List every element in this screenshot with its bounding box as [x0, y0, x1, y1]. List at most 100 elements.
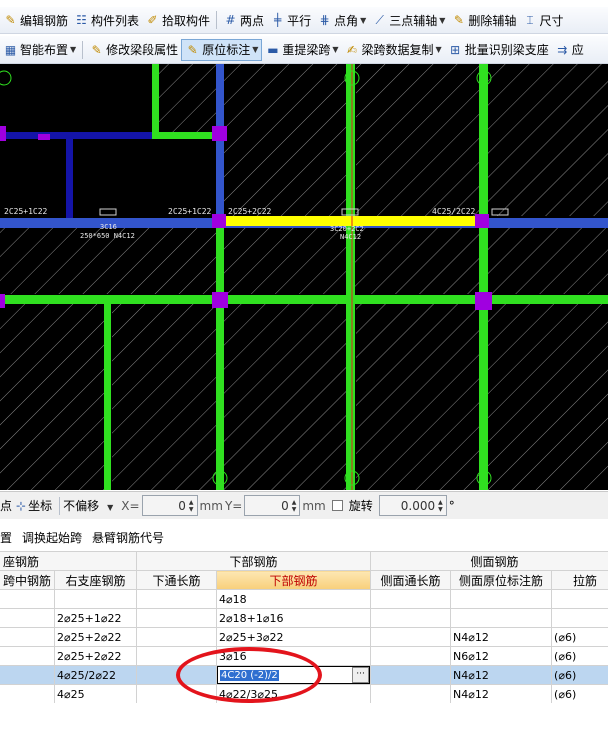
table-cell[interactable] [370, 684, 452, 703]
re-extract-span-button[interactable]: ▬ 重提梁跨 ▼ [262, 39, 341, 61]
batch-support-button[interactable]: ⊞ 批量识别梁支座 [445, 39, 552, 61]
table-cell[interactable] [370, 608, 452, 628]
table-cell[interactable] [370, 589, 452, 609]
editing-cell[interactable]: 4C20 (-2)/2 ··· [216, 665, 372, 685]
ellipsis-button[interactable]: ··· [352, 667, 370, 683]
swap-start-span-button[interactable]: 调换起始跨 [22, 529, 82, 546]
table-cell[interactable] [136, 608, 218, 628]
table-row[interactable]: 4⌀25 4⌀22/3⌀25 N4⌀12 (⌀6) [0, 684, 608, 703]
table-cell[interactable]: (⌀6) [551, 665, 608, 685]
coordinate-toggle[interactable]: 坐标 [28, 497, 52, 514]
beam-green [152, 64, 159, 139]
table-cell[interactable]: N4⌀12 [450, 665, 553, 685]
table-cell[interactable] [0, 684, 55, 703]
two-point-axis-button[interactable]: # 两点 [220, 9, 267, 31]
table-cell[interactable] [450, 608, 553, 628]
parallel-axis-button[interactable]: ╪ 平行 [267, 9, 314, 31]
slab-region [488, 64, 608, 216]
beam-green [346, 64, 355, 490]
point-snap-label[interactable]: 点 [0, 497, 12, 514]
table-cell[interactable]: 4⌀22/3⌀25 [216, 684, 372, 703]
table-cell[interactable] [370, 646, 452, 666]
table-row[interactable]: 2⌀25+2⌀22 3⌀16 N6⌀12 (⌀6) [0, 646, 608, 666]
edit-rebar-button[interactable]: ✎ 编辑钢筋 [0, 9, 71, 31]
table-cell[interactable] [0, 646, 55, 666]
table-cell[interactable] [136, 589, 218, 609]
cell-editor-text[interactable]: 4C20 (-2)/2 [220, 669, 279, 681]
batch-support-icon: ⊞ [450, 42, 461, 57]
table-cell[interactable] [136, 627, 218, 647]
apply-button[interactable]: ⇉ 应 [552, 39, 587, 61]
smart-layout-button[interactable]: ▦ 智能布置 ▼ [0, 39, 79, 61]
table-cell[interactable] [0, 665, 55, 685]
column-header-selected[interactable]: 下部钢筋 [216, 570, 372, 590]
drawing-canvas[interactable]: 2C25+1C22 2C25+1C22 2C25+2C22 4C25/2C22 … [0, 64, 608, 490]
offset-select[interactable]: 不偏移 ▼ [63, 497, 113, 514]
table-cell[interactable]: (⌀6) [551, 627, 608, 647]
table-cell[interactable] [136, 684, 218, 703]
point-angle-button[interactable]: ⋕ 点角 ▼ [314, 9, 369, 31]
table-row[interactable]: 2⌀25+2⌀22 2⌀25+3⌀22 N4⌀12 (⌀6) [0, 627, 608, 647]
table-row[interactable]: 4⌀18 [0, 589, 608, 609]
table-cell[interactable] [370, 665, 452, 685]
modify-beam-icon: ✎ [91, 42, 102, 57]
slab-region [224, 64, 350, 216]
pick-component-button[interactable]: ✐ 拾取构件 [142, 9, 213, 31]
table-cell[interactable]: 2⌀25+3⌀22 [216, 627, 372, 647]
table-cell[interactable] [551, 589, 608, 609]
copy-span-data-button[interactable]: ✍ 梁跨数据复制 ▼ [342, 39, 445, 61]
y-input[interactable]: 0 ▲ ▼ [244, 495, 301, 516]
column-header[interactable]: 下通长筋 [136, 570, 218, 590]
table-cell[interactable] [0, 627, 55, 647]
cantilever-rebar-code-button[interactable]: 悬臂钢筋代号 [92, 529, 164, 546]
table-cell[interactable]: 2⌀25+2⌀22 [53, 646, 138, 666]
table-tool-item[interactable]: 置 [0, 529, 12, 546]
table-cell[interactable]: (⌀6) [551, 684, 608, 703]
x-input[interactable]: 0 ▲ ▼ [141, 495, 198, 516]
column-header[interactable]: 侧面原位标注筋 [450, 570, 553, 590]
drawing-svg[interactable]: 2C25+1C22 2C25+1C22 2C25+2C22 4C25/2C22 … [0, 64, 608, 490]
table-cell[interactable] [551, 608, 608, 628]
column-header[interactable]: 右支座钢筋 [53, 570, 138, 590]
slab-region [224, 304, 350, 490]
table-cell[interactable]: N4⌀12 [450, 684, 553, 703]
modify-beam-button[interactable]: ✎ 修改梁段属性 [86, 39, 181, 61]
re-extract-span-icon: ▬ [267, 42, 279, 57]
dropdown-arrow-icon: ▼ [252, 45, 259, 54]
table-cell[interactable]: 4⌀18 [216, 589, 372, 609]
column-header[interactable]: 侧面通长筋 [370, 570, 452, 590]
dimension-button[interactable]: ⌶ 尺寸 [519, 9, 566, 31]
table-cell[interactable] [0, 608, 55, 628]
table-cell[interactable] [0, 589, 55, 609]
table-cell[interactable] [53, 589, 138, 609]
three-point-axis-button[interactable]: ⟋ 三点辅轴 ▼ [369, 9, 448, 31]
table-row-selected[interactable]: 4⌀25/2⌀22 4C20 (-2)/2 ··· N4⌀12 (⌀6) [0, 665, 608, 685]
column-header[interactable]: 拉筋 [551, 570, 608, 590]
table-cell[interactable]: 2⌀18+1⌀16 [216, 608, 372, 628]
rotate-checkbox[interactable] [331, 500, 343, 511]
spin-arrows-icon[interactable]: ▲ ▼ [438, 499, 443, 513]
table-cell[interactable] [136, 665, 218, 685]
table-cell[interactable] [370, 627, 452, 647]
dropdown-arrow-icon: ▼ [360, 15, 367, 25]
table-cell[interactable]: 2⌀25+1⌀22 [53, 608, 138, 628]
cell-editor[interactable]: 4C20 (-2)/2 ··· [217, 666, 370, 684]
table-cell[interactable]: N6⌀12 [450, 646, 553, 666]
table-cell[interactable] [450, 589, 553, 609]
spin-arrows-icon[interactable]: ▲ ▼ [189, 499, 194, 513]
table-cell[interactable]: 3⌀16 [216, 646, 372, 666]
table-cell[interactable]: N4⌀12 [450, 627, 553, 647]
spin-arrows-icon[interactable]: ▲ ▼ [292, 499, 297, 513]
delete-axis-button[interactable]: ✎ 删除辅轴 [448, 9, 519, 31]
component-list-button[interactable]: ☷ 构件列表 [71, 9, 142, 31]
table-cell[interactable] [136, 646, 218, 666]
apply-icon: ⇉ [557, 42, 568, 57]
rotate-input[interactable]: 0.000 ▲ ▼ [378, 495, 447, 516]
table-cell[interactable]: 2⌀25+2⌀22 [53, 627, 138, 647]
table-cell[interactable]: 4⌀25 [53, 684, 138, 703]
column-header[interactable]: 跨中钢筋 [0, 570, 55, 590]
table-cell[interactable]: (⌀6) [551, 646, 608, 666]
in-situ-label-button[interactable]: ✎ 原位标注 ▼ [181, 38, 263, 61]
table-row[interactable]: 2⌀25+1⌀22 2⌀18+1⌀16 [0, 608, 608, 628]
table-cell[interactable]: 4⌀25/2⌀22 [53, 665, 138, 685]
